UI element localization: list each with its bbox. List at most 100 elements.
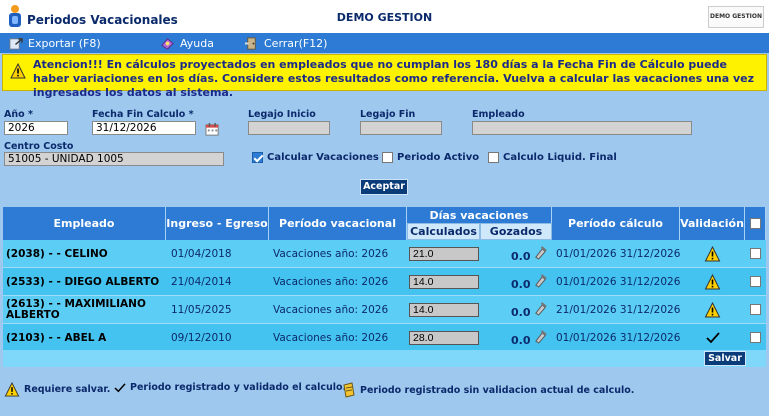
periodo-activo-checkbox[interactable]: Periodo Activo [382, 152, 479, 163]
calendar-icon[interactable] [205, 122, 220, 137]
anio-field[interactable] [4, 121, 68, 135]
warning-icon [704, 246, 721, 262]
header-empleado: Empleado [3, 207, 166, 240]
warning-icon [4, 382, 20, 397]
fecha-fin-field[interactable] [92, 121, 196, 135]
row-periodo: Vacaciones año: 2026 [273, 332, 389, 344]
table-row[interactable]: (2613) - - MAXIMILIANO ALBERTO 11/05/202… [3, 296, 766, 324]
row-ingreso: 09/12/2010 [171, 332, 232, 344]
row-periodo-calculo: 01/01/2026 31/12/2026 [556, 332, 681, 344]
fecha-fin-label: Fecha Fin Calculo * [92, 109, 194, 120]
header-periodo-calculo: Período cálculo [552, 207, 680, 240]
empleado-label: Empleado [472, 109, 525, 120]
close-button[interactable]: Cerrar(F12) [244, 35, 327, 51]
calcular-vacaciones-label: Calcular Vacaciones [267, 152, 379, 163]
aceptar-button[interactable]: Aceptar [360, 179, 408, 195]
row-periodo: Vacaciones año: 2026 [273, 248, 389, 260]
calcular-vacaciones-box[interactable] [252, 152, 263, 163]
row-select-checkbox[interactable] [750, 276, 761, 287]
title-bar: Periodos Vacacionales DEMO GESTION DEMO … [0, 0, 769, 33]
row-periodo: Vacaciones año: 2026 [273, 276, 389, 288]
row-periodo: Vacaciones año: 2026 [273, 304, 389, 316]
centro-costo-label: Centro Costo [4, 141, 74, 152]
select-all-checkbox[interactable] [749, 218, 761, 229]
row-select-checkbox[interactable] [750, 304, 761, 315]
table-row[interactable]: (2103) - - ABEL A 09/12/2010 Vacaciones … [3, 324, 766, 352]
header-select-all [745, 207, 766, 240]
row-periodo-calculo: 21/01/2026 31/12/2026 [556, 304, 681, 316]
grid-footer [3, 350, 766, 367]
row-empleado: (2038) - - CELINO [6, 247, 108, 260]
row-periodo-calculo: 01/01/2026 31/12/2026 [556, 248, 681, 260]
row-empleado: (2533) - - DIEGO ALBERTO [6, 275, 160, 288]
header-ingreso-egreso: Ingreso - Egreso [166, 207, 269, 240]
help-button[interactable]: Ayuda [160, 35, 214, 51]
edit-tool-icon[interactable] [533, 273, 548, 288]
header-dias-vacaciones: Días vacaciones [407, 207, 552, 223]
legajo-inicio-field[interactable] [248, 121, 330, 135]
row-select-checkbox[interactable] [750, 248, 761, 259]
legend-sin-validacion: Periodo registrado sin validacion actual… [342, 382, 634, 398]
row-calculados-field[interactable] [409, 303, 479, 317]
row-gozados: 0.0 [511, 250, 531, 263]
help-label: Ayuda [180, 36, 214, 50]
edit-tool-icon[interactable] [533, 245, 548, 260]
legend-registrado-validado-text: Periodo registrado y validado el calculo… [130, 382, 347, 393]
row-ingreso: 21/04/2014 [171, 276, 232, 288]
warning-icon [704, 274, 721, 290]
calculo-liquid-checkbox[interactable]: Calculo Liquid. Final [488, 152, 617, 163]
edit-tool-icon[interactable] [533, 301, 548, 316]
row-empleado: (2103) - - ABEL A [6, 331, 107, 344]
warning-icon [704, 302, 721, 318]
calculo-liquid-box[interactable] [488, 152, 499, 163]
row-select-checkbox[interactable] [750, 332, 761, 343]
checkmark-icon [706, 332, 720, 344]
brand-logo: DEMO GESTION [708, 6, 764, 28]
warning-banner: Atencion!!! En cálculos proyectados en e… [2, 54, 767, 99]
table-row[interactable]: (2533) - - DIEGO ALBERTO 21/04/2014 Vaca… [3, 268, 766, 296]
header-validacion: Validación [680, 207, 745, 240]
periodo-activo-label: Periodo Activo [397, 152, 480, 163]
header-periodo-vacacional: Período vacacional [269, 207, 407, 240]
header-calculados: Calculados [407, 223, 480, 240]
row-calculados-field[interactable] [409, 331, 479, 345]
periodo-activo-box[interactable] [382, 152, 393, 163]
legajo-fin-label: Legajo Fin [360, 109, 416, 120]
close-door-icon [244, 36, 256, 50]
calculo-liquid-label: Calculo Liquid. Final [503, 152, 617, 163]
export-label: Exportar (F8) [28, 36, 101, 50]
calcular-vacaciones-checkbox[interactable]: Calcular Vacaciones [252, 152, 379, 163]
row-gozados: 0.0 [511, 306, 531, 319]
warning-text: Atencion!!! En cálculos proyectados en e… [33, 58, 755, 99]
close-label: Cerrar(F12) [264, 36, 328, 50]
empleado-field[interactable] [472, 121, 692, 135]
header-gozados: Gozados [480, 223, 552, 240]
row-calculados-field[interactable] [409, 247, 479, 261]
row-gozados: 0.0 [511, 334, 531, 347]
anio-label: Año * [4, 109, 33, 120]
export-button[interactable]: Exportar (F8) [8, 35, 101, 51]
legend-registrado-validado: Periodo registrado y validado el calculo… [114, 382, 346, 393]
toolbar: Exportar (F8) Ayuda Cerrar(F12) [0, 33, 769, 53]
row-gozados: 0.0 [511, 278, 531, 291]
legend-requiere-salvar-text: Requiere salvar. [24, 384, 111, 395]
company-name: DEMO GESTION [336, 11, 433, 24]
legend-sin-validacion-text: Periodo registrado sin validacion actual… [360, 384, 635, 396]
row-ingreso: 11/05/2025 [171, 304, 232, 316]
row-empleado: (2613) - - MAXIMILIANO ALBERTO [6, 298, 146, 321]
help-icon [161, 37, 174, 50]
row-periodo-calculo: 01/01/2026 31/12/2026 [556, 276, 681, 288]
table-row[interactable]: (2038) - - CELINO 01/04/2018 Vacaciones … [3, 240, 766, 268]
edit-tool-icon[interactable] [533, 329, 548, 344]
row-calculados-field[interactable] [409, 275, 479, 289]
salvar-button[interactable]: Salvar [704, 351, 746, 366]
legajo-inicio-label: Legajo Inicio [248, 109, 316, 120]
legajo-fin-field[interactable] [360, 121, 442, 135]
checkmark-icon [114, 382, 126, 392]
centro-costo-field[interactable] [4, 152, 224, 166]
export-icon [9, 37, 23, 50]
warning-icon [10, 63, 26, 79]
document-pending-icon [343, 382, 355, 398]
legend-requiere-salvar: Requiere salvar. [4, 382, 110, 397]
row-ingreso: 01/04/2018 [171, 248, 232, 260]
